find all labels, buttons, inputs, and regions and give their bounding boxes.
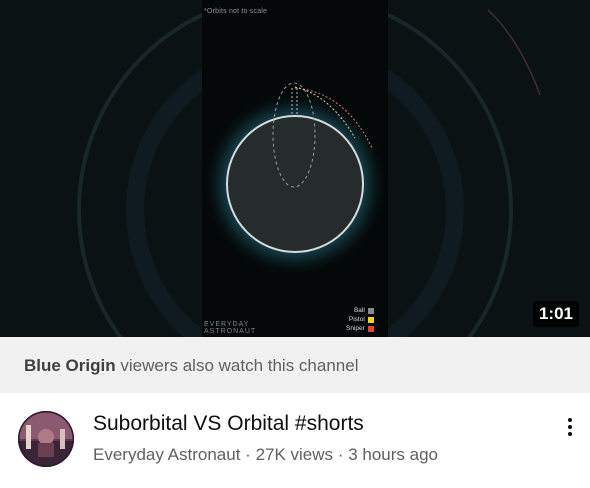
upload-age: 3 hours ago [348,445,438,464]
legend-item-ball: Ball [346,306,374,315]
channel-watermark: EVERYDAY ASTRONAUT [204,321,256,335]
orbits-note: *Orbits not to scale [204,8,268,15]
banner-suffix: viewers also watch this channel [120,356,359,375]
legend-swatch [367,316,374,323]
view-count: 27K views [255,445,334,464]
avatar-image [18,411,74,467]
video-thumbnail[interactable]: *Orbits not to scale EVERYDAY ASTRONAUT … [0,0,590,337]
banner-text: Blue Origin viewers also watch this chan… [24,356,358,376]
watermark-line-2: ASTRONAUT [204,328,257,335]
video-title[interactable]: Suborbital VS Orbital #shorts [93,412,364,436]
meta-separator: · [245,445,251,464]
legend-item-sniper: Sniper [346,324,374,333]
related-channel-banner[interactable]: Blue Origin viewers also watch this chan… [0,337,590,393]
video-info[interactable]: Suborbital VS Orbital #shorts Everyday A… [0,393,590,488]
legend-swatch [367,325,374,332]
watermark-line-1: EVERYDAY [204,321,250,328]
video-metadata: Everyday Astronaut · 27K views · 3 hours… [93,445,438,465]
orbit-legend: Ball Pistol Sniper [346,306,374,333]
legend-swatch [367,307,374,314]
channel-avatar[interactable] [18,411,74,467]
meta-separator: · [337,445,344,464]
more-vert-icon[interactable] [558,413,582,441]
orbit-illustration [0,0,590,337]
legend-item-pistol: Pistol [346,315,374,324]
banner-channel-name: Blue Origin [24,356,116,375]
video-duration-badge: 1:01 [532,301,579,327]
channel-name[interactable]: Everyday Astronaut [93,445,240,464]
